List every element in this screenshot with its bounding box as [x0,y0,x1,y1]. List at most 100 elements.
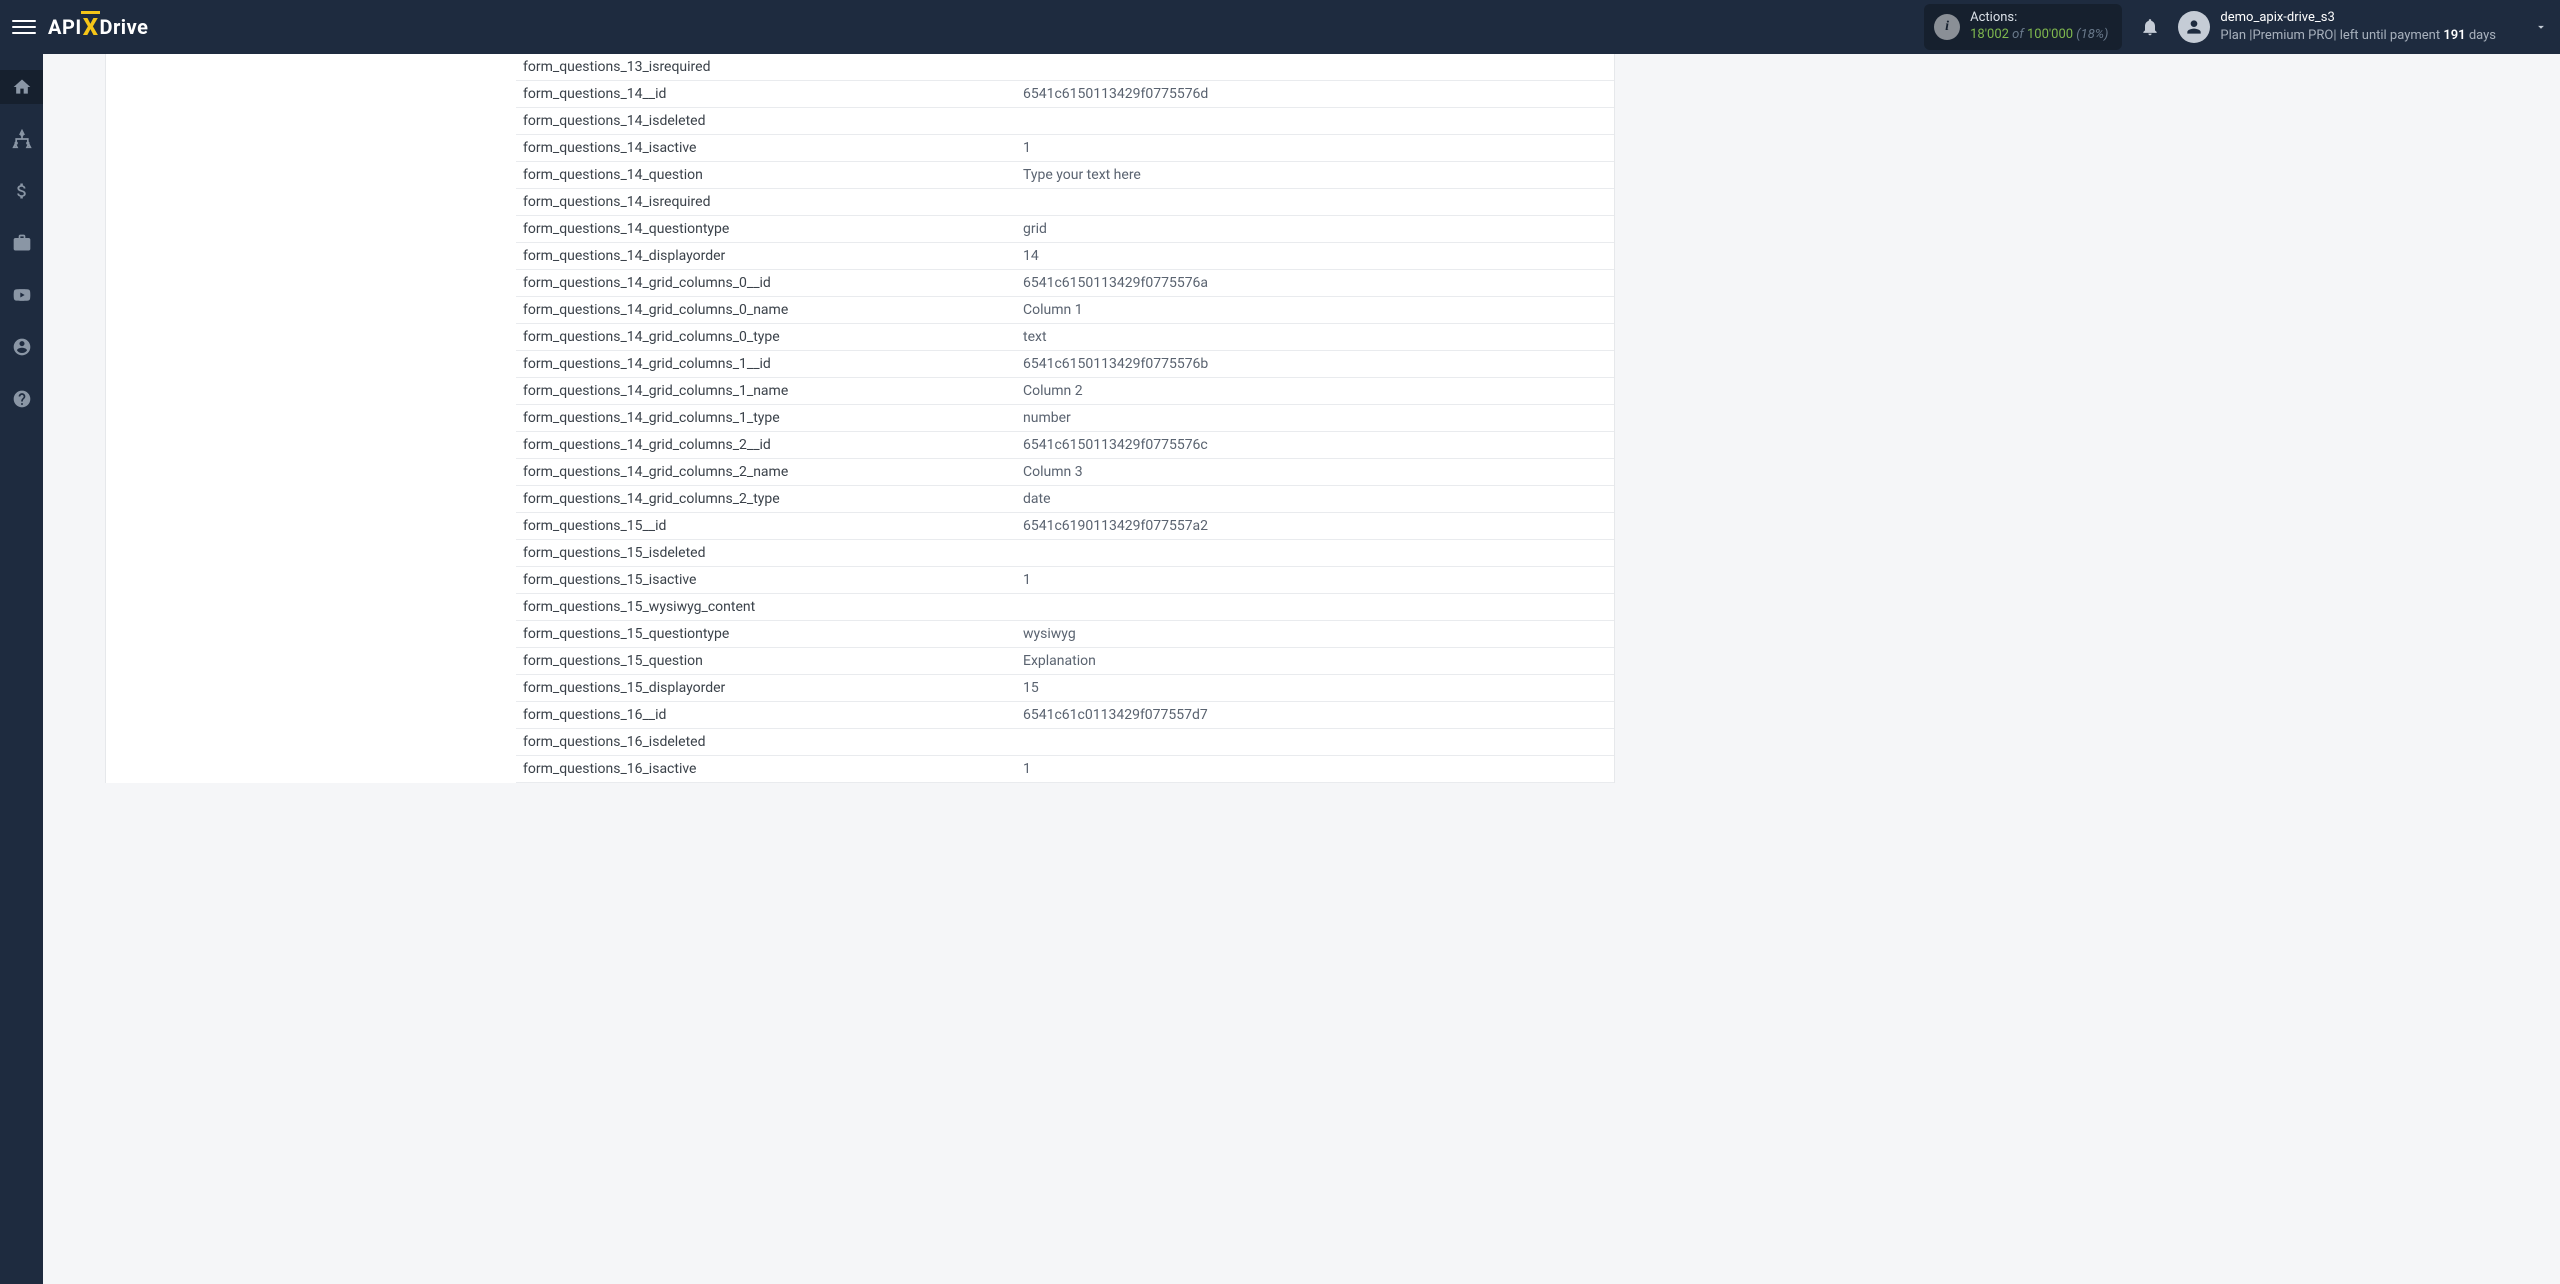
row-key: form_questions_15_questiontype [516,626,1023,642]
row-key: form_questions_15_isactive [516,572,1023,588]
chevron-down-icon[interactable] [2534,20,2548,34]
table-row: form_questions_15_questionExplanation [516,648,1614,675]
row-key: form_questions_14_grid_columns_2_name [516,464,1023,480]
table-row: form_questions_14_grid_columns_1_nameCol… [516,378,1614,405]
row-key: form_questions_16_isactive [516,761,1023,777]
row-key: form_questions_13_isrequired [516,59,1023,75]
data-table: form_questions_13_isrequired form_questio… [105,54,1615,783]
table-row: form_questions_13_isrequired [516,54,1614,81]
row-key: form_questions_15_isdeleted [516,545,1023,561]
row-value: 6541c6150113429f0775576a [1023,275,1614,291]
row-value: 6541c6150113429f0775576c [1023,437,1614,453]
row-key: form_questions_14_grid_columns_2_type [516,491,1023,507]
row-key: form_questions_14_grid_columns_1_type [516,410,1023,426]
table-row: form_questions_14_isdeleted [516,108,1614,135]
row-key: form_questions_15_wysiwyg_content [516,599,1023,615]
user-name: demo_apix-drive_s3 [2220,9,2496,27]
table-row: form_questions_15_questiontypewysiwyg [516,621,1614,648]
table-row: form_questions_15__id6541c6190113429f077… [516,513,1614,540]
actions-counter[interactable]: i Actions: 18'002 of 100'000 (18%) [1924,4,2122,50]
row-key: form_questions_16__id [516,707,1023,723]
sidebar-help[interactable] [0,382,43,416]
table-row: form_questions_14_grid_columns_1_typenum… [516,405,1614,432]
sidebar-connections[interactable] [0,122,43,156]
table-row: form_questions_14_grid_columns_0_nameCol… [516,297,1614,324]
table-row: form_questions_15_isactive1 [516,567,1614,594]
row-key: form_questions_14__id [516,86,1023,102]
user-menu[interactable]: demo_apix-drive_s3 Plan |Premium PRO| le… [2178,9,2496,44]
actions-label: Actions: [1970,10,2108,27]
row-value: 1 [1023,761,1614,777]
logo-drive: Drive [99,15,148,39]
row-value: 14 [1023,248,1614,264]
table-row: form_questions_14_questiontypegrid [516,216,1614,243]
table-row: form_questions_14_questionType your text… [516,162,1614,189]
row-value: 15 [1023,680,1614,696]
info-icon: i [1934,14,1960,40]
row-key: form_questions_14_grid_columns_0_type [516,329,1023,345]
row-key: form_questions_14_grid_columns_1_name [516,383,1023,399]
sidebar-billing[interactable] [0,174,43,208]
row-key: form_questions_14_isactive [516,140,1023,156]
sidebar-briefcase[interactable] [0,226,43,260]
row-value: Explanation [1023,653,1614,669]
row-value: wysiwyg [1023,626,1614,642]
row-key: form_questions_14_questiontype [516,221,1023,237]
logo-api: API [48,15,82,39]
row-value: Column 3 [1023,464,1614,480]
table-row: form_questions_14_grid_columns_2_typedat… [516,486,1614,513]
row-key: form_questions_14_isdeleted [516,113,1023,129]
logo-x: X [83,13,99,41]
table-row: form_questions_15_wysiwyg_content [516,594,1614,621]
sidebar-home[interactable] [0,70,43,104]
row-value: Column 2 [1023,383,1614,399]
sidebar-profile[interactable] [0,330,43,364]
actions-counts: 18'002 of 100'000 (18%) [1970,27,2108,44]
row-value: Type your text here [1023,167,1614,183]
table-row: form_questions_14_grid_columns_1__id6541… [516,351,1614,378]
table-row: form_questions_15_isdeleted [516,540,1614,567]
table-row: form_questions_14_isactive1 [516,135,1614,162]
row-key: form_questions_14_isrequired [516,194,1023,210]
app-header: APIXDrive i Actions: 18'002 of 100'000 (… [0,0,2560,54]
table-row: form_questions_14_grid_columns_2__id6541… [516,432,1614,459]
row-key: form_questions_14_grid_columns_2__id [516,437,1023,453]
row-value: grid [1023,221,1614,237]
row-value: 6541c61c0113429f077557d7 [1023,707,1614,723]
row-value: 1 [1023,140,1614,156]
row-key: form_questions_14_grid_columns_0_name [516,302,1023,318]
table-row: form_questions_14_displayorder14 [516,243,1614,270]
bell-icon[interactable] [2140,17,2160,37]
sidebar-video[interactable] [0,278,43,312]
table-row: form_questions_16__id6541c61c0113429f077… [516,702,1614,729]
row-value: 6541c6150113429f0775576d [1023,86,1614,102]
row-key: form_questions_14_grid_columns_0__id [516,275,1023,291]
hamburger-menu-icon[interactable] [12,15,36,39]
app-logo[interactable]: APIXDrive [48,13,148,41]
sidebar [0,54,43,1284]
row-key: form_questions_15_displayorder [516,680,1023,696]
row-value: 1 [1023,572,1614,588]
avatar-icon [2178,11,2210,43]
row-key: form_questions_15__id [516,518,1023,534]
table-row: form_questions_16_isactive1 [516,756,1614,783]
user-plan: Plan |Premium PRO| left until payment 19… [2220,27,2496,45]
row-key: form_questions_14_displayorder [516,248,1023,264]
content-area: form_questions_13_isrequired form_questio… [43,54,2560,1284]
table-row: form_questions_14_grid_columns_0_typetex… [516,324,1614,351]
row-value: 6541c6190113429f077557a2 [1023,518,1614,534]
row-value: date [1023,491,1614,507]
table-row: form_questions_14_grid_columns_0__id6541… [516,270,1614,297]
row-key: form_questions_16_isdeleted [516,734,1023,750]
table-row: form_questions_14__id6541c6150113429f077… [516,81,1614,108]
row-key: form_questions_15_question [516,653,1023,669]
row-key: form_questions_14_grid_columns_1__id [516,356,1023,372]
table-row: form_questions_15_displayorder15 [516,675,1614,702]
row-value: text [1023,329,1614,345]
row-value: number [1023,410,1614,426]
table-row: form_questions_14_grid_columns_2_nameCol… [516,459,1614,486]
row-value: Column 1 [1023,302,1614,318]
table-row: form_questions_16_isdeleted [516,729,1614,756]
row-value: 6541c6150113429f0775576b [1023,356,1614,372]
row-key: form_questions_14_question [516,167,1023,183]
